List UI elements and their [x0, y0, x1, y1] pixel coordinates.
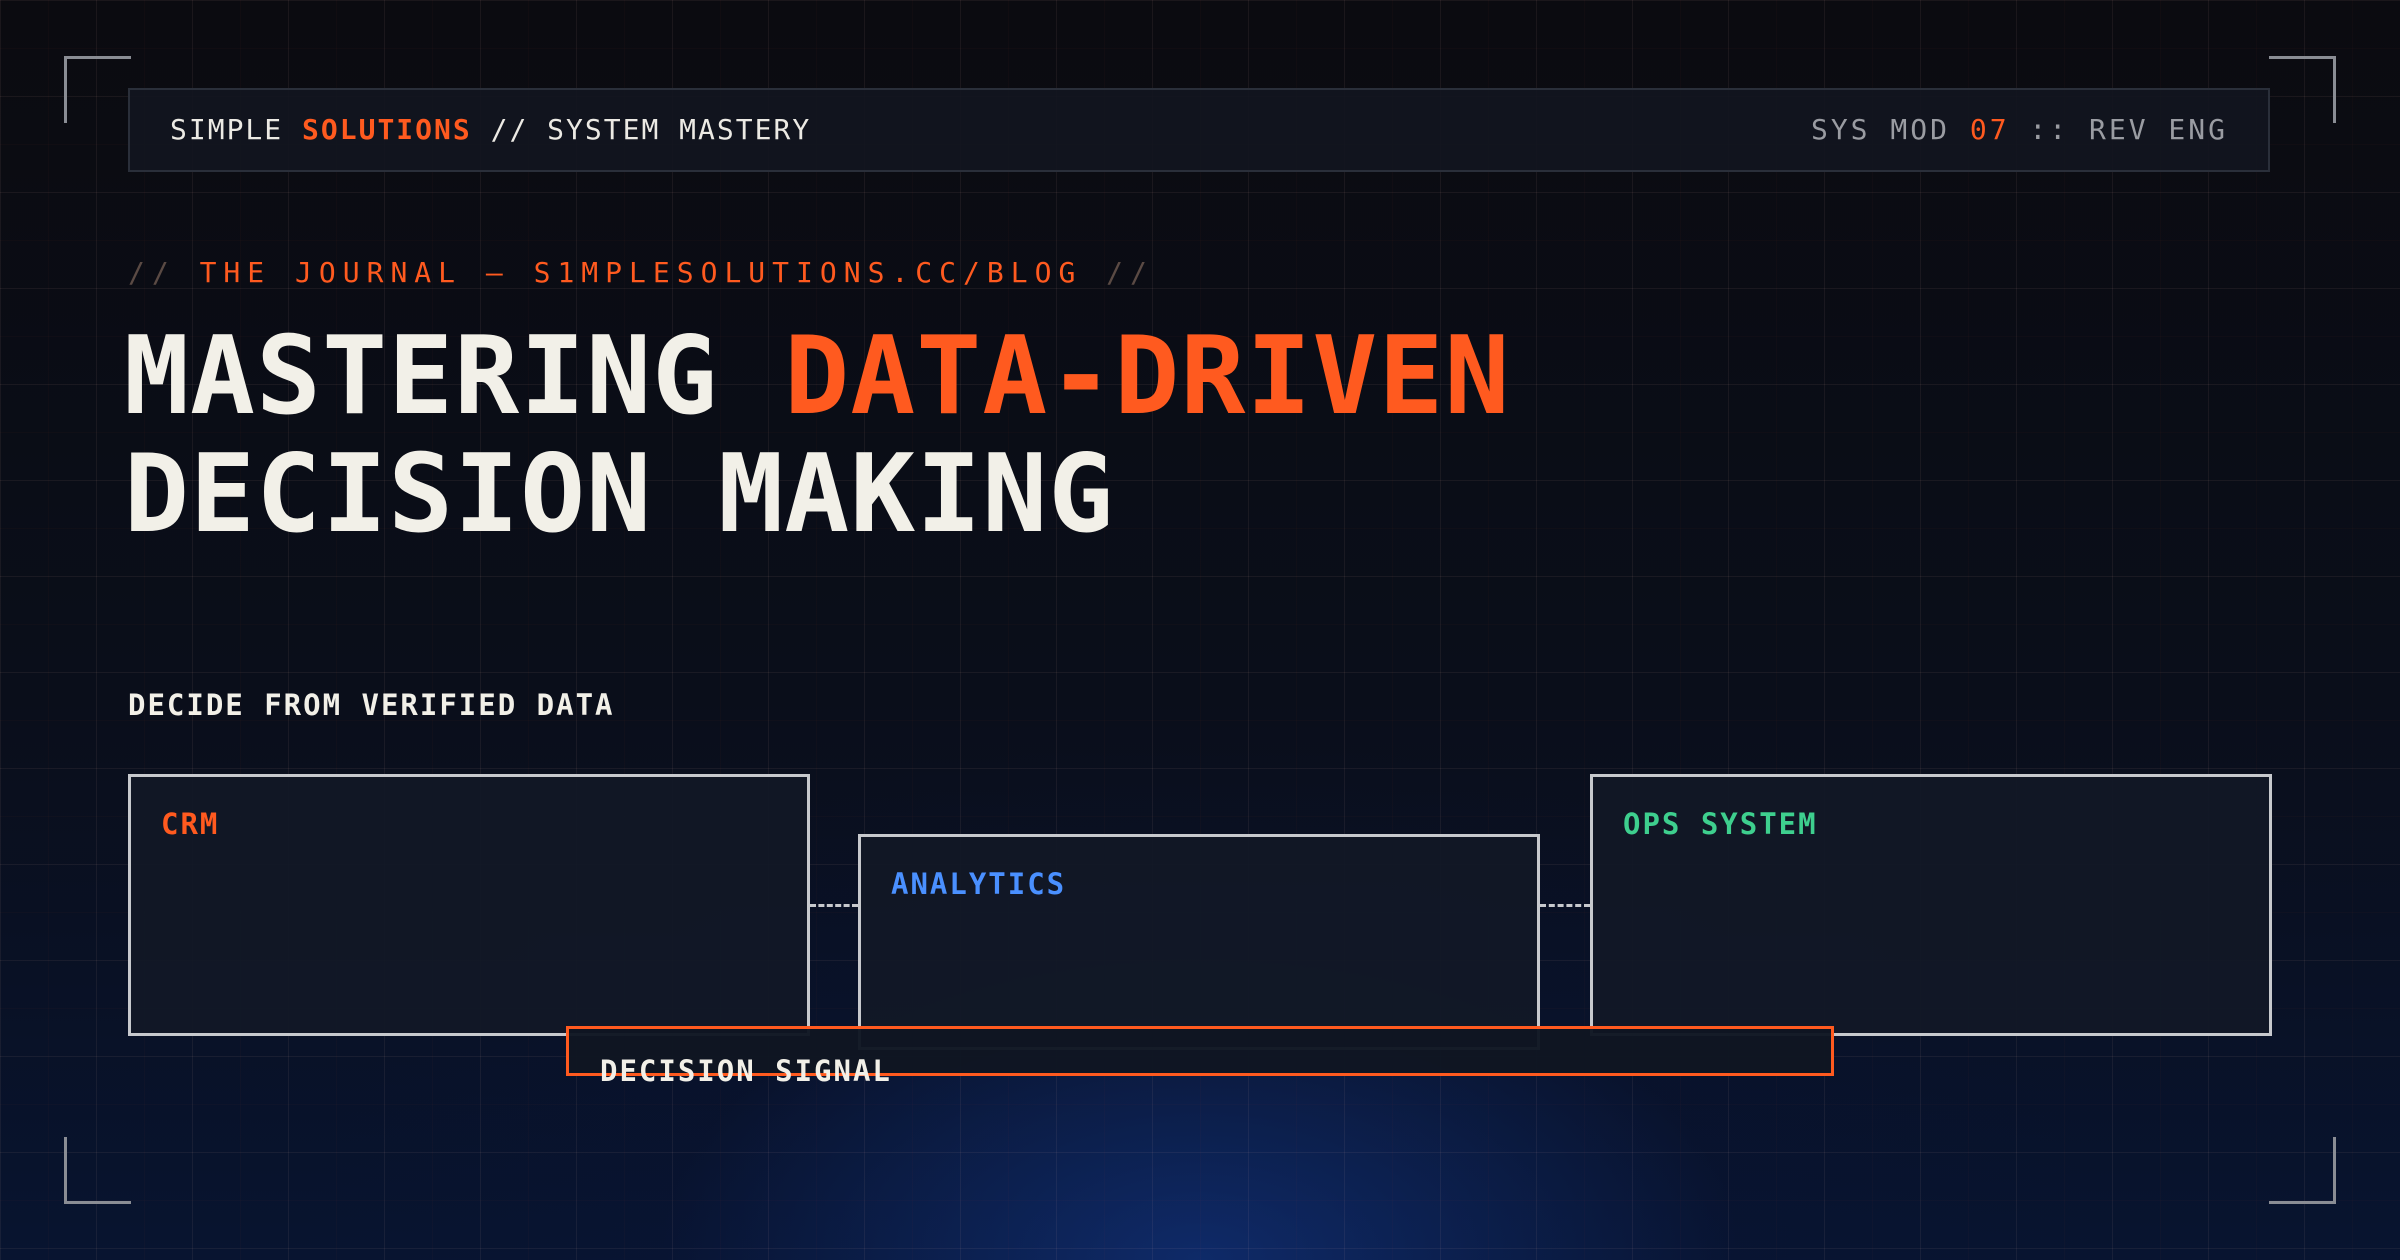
kicker-text[interactable]: THE JOURNAL — S1MPLESOLUTIONS.CC/BLOG [200, 256, 1083, 289]
kicker-close-slashes: // [1106, 256, 1154, 289]
system-module-readout: SYS MOD 07 :: REV ENG [1811, 90, 2228, 170]
title-line-2: DECISION MAKING [124, 432, 1115, 557]
page-title: MASTERING DATA-DRIVEN DECISION MAKING [124, 318, 1510, 554]
sys-number: 07 [1969, 113, 2010, 146]
kicker-open-slashes: // [128, 256, 176, 289]
corner-bracket-bottom-left [64, 1137, 131, 1204]
sys-suffix: :: REV ENG [2029, 113, 2228, 146]
sys-prefix: SYS MOD [1810, 113, 1950, 146]
source-label-crm: CRM [161, 807, 220, 841]
brand-simple: SIMPLE [170, 113, 284, 146]
title-plain: MASTERING [124, 314, 719, 439]
journal-kicker: // THE JOURNAL — S1MPLESOLUTIONS.CC/BLOG… [128, 256, 1154, 289]
decision-signal-label: DECISION SIGNAL [600, 1054, 892, 1088]
title-accent: DATA-DRIVEN [784, 314, 1511, 439]
corner-bracket-top-right [2269, 56, 2336, 123]
brand-tagline: // SYSTEM MASTERY [490, 113, 812, 146]
page: SIMPLE SOLUTIONS // SYSTEM MASTERY SYS M… [0, 0, 2400, 1260]
source-label-ops-system: OPS SYSTEM [1623, 807, 1818, 841]
connector-analytics-ops [1540, 904, 1590, 907]
top-bar: SIMPLE SOLUTIONS // SYSTEM MASTERY SYS M… [128, 88, 2270, 172]
brand-solutions: SOLUTIONS [302, 113, 472, 146]
connector-crm-analytics [810, 904, 858, 907]
source-panel-analytics: ANALYTICS [858, 834, 1540, 1050]
source-label-analytics: ANALYTICS [891, 867, 1067, 901]
diagram-caption: DECIDE FROM VERIFIED DATA [128, 688, 615, 722]
title-line-1: MASTERING DATA-DRIVEN [124, 318, 1510, 436]
corner-bracket-bottom-right [2269, 1137, 2336, 1204]
source-panel-crm: CRM [128, 774, 810, 1036]
corner-bracket-top-left [64, 56, 131, 123]
source-panel-ops-system: OPS SYSTEM [1590, 774, 2272, 1036]
brand-wordmark[interactable]: SIMPLE SOLUTIONS // SYSTEM MASTERY [170, 90, 811, 170]
